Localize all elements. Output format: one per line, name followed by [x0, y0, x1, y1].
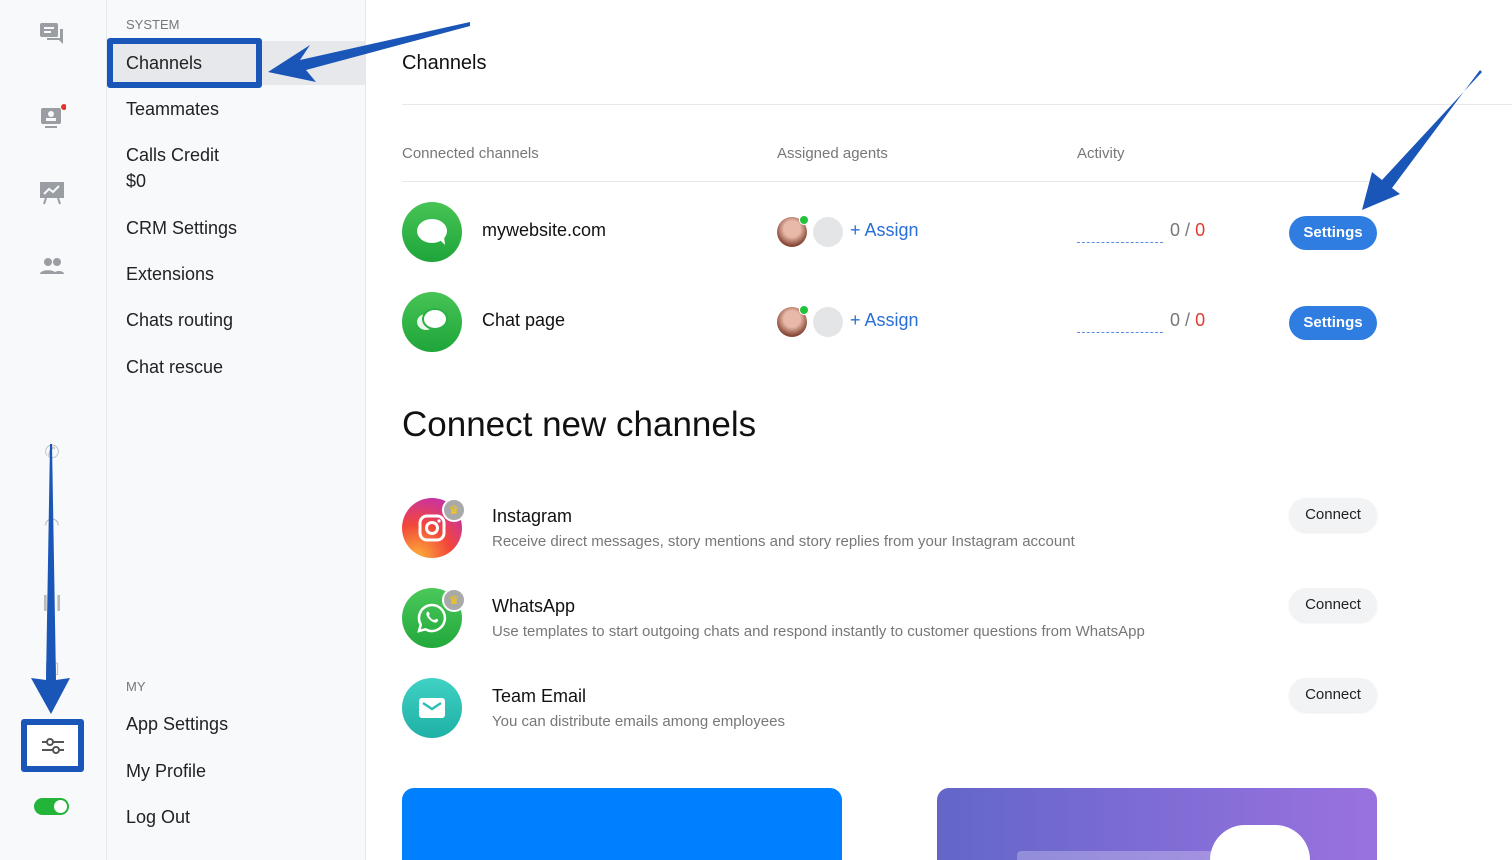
channel-title: Team Email	[492, 686, 587, 706]
email-icon	[402, 678, 462, 738]
divider	[402, 181, 1382, 182]
column-header-channels: Connected channels	[402, 145, 539, 162]
settings-sidebar: SYSTEM Channels Teammates Calls Credit $0…	[107, 0, 366, 860]
sidebar-item-calls-credit[interactable]: Calls Credit $0	[107, 133, 366, 193]
channel-description: Receive direct messages, story mentions …	[492, 533, 1075, 550]
phone-icon[interactable]: ✆	[36, 436, 68, 468]
divider	[402, 104, 1512, 105]
sidebar-item-log-out[interactable]: Log Out	[107, 795, 366, 839]
sidebar-item-my-profile[interactable]: My Profile	[107, 749, 366, 793]
channel-row: Chat page + Assign 0 / 0 Settings	[402, 292, 1382, 352]
activity-sparkline	[1077, 332, 1163, 333]
sidebar-item-label: My Profile	[126, 761, 207, 781]
settings-sliders-icon	[41, 737, 64, 754]
connect-button[interactable]: Connect	[1289, 588, 1377, 622]
sidebar-item-label: Extensions	[126, 264, 215, 284]
connect-button[interactable]: Connect	[1289, 498, 1377, 532]
agent-avatar	[777, 215, 809, 247]
promo-card[interactable]	[402, 788, 842, 860]
headset-icon[interactable]: ◠	[36, 508, 68, 540]
section-label-system: SYSTEM	[126, 17, 180, 32]
column-header-agents: Assigned agents	[777, 145, 888, 162]
settings-button[interactable]: Settings	[1289, 216, 1377, 250]
chats-icon[interactable]	[36, 18, 68, 50]
column-header-activity: Activity	[1077, 145, 1125, 162]
pause-icon[interactable]: ❙❙	[36, 586, 68, 618]
section-label-my: MY	[126, 679, 146, 694]
settings-button[interactable]: Settings	[1289, 306, 1377, 340]
assign-link[interactable]: + Assign	[850, 220, 919, 241]
empty-avatar-icon	[813, 217, 843, 247]
team-icon[interactable]	[36, 250, 68, 282]
channel-description: Use templates to start outgoing chats an…	[492, 623, 1145, 640]
sidebar-item-label: Calls Credit	[126, 145, 220, 165]
highlight-box	[107, 38, 262, 88]
channel-title: Instagram	[492, 506, 573, 526]
sidebar-item-label: Chat rescue	[126, 357, 224, 377]
connect-button[interactable]: Connect	[1289, 678, 1377, 712]
channel-row: mywebsite.com + Assign 0 / 0 Settings	[402, 202, 1382, 262]
page-title: Channels	[402, 52, 487, 74]
sidebar-item-teammates[interactable]: Teammates	[107, 87, 366, 131]
reports-icon[interactable]	[36, 176, 68, 208]
activity-count: 0 / 0	[1170, 310, 1206, 330]
sidebar-item-chat-rescue[interactable]: Chat rescue	[107, 345, 366, 389]
visitors-icon[interactable]	[36, 102, 68, 134]
agent-avatar	[777, 305, 809, 337]
sidebar-item-extensions[interactable]: Extensions	[107, 252, 366, 296]
channel-name[interactable]: mywebsite.com	[482, 220, 606, 241]
chat-bubbles-icon	[402, 292, 462, 352]
activity-count: 0 / 0	[1170, 220, 1206, 240]
channel-description: You can distribute emails among employee…	[492, 713, 785, 730]
sidebar-item-crm-settings[interactable]: CRM Settings	[107, 206, 366, 250]
sidebar-item-label: CRM Settings	[126, 218, 238, 238]
channel-name[interactable]: Chat page	[482, 310, 565, 331]
activity-sparkline	[1077, 242, 1163, 243]
new-channel-item: Team Email You can distribute emails amo…	[402, 678, 1382, 740]
settings-sliders-button[interactable]	[21, 719, 84, 772]
online-toggle[interactable]	[34, 798, 69, 815]
crown-icon: ♛	[442, 588, 466, 612]
sidebar-item-chats-routing[interactable]: Chats routing	[107, 298, 366, 342]
sidebar-item-label: Chats routing	[126, 310, 234, 330]
icon-rail: ✆ ◠ ❙❙ ▣	[0, 0, 107, 860]
sidebar-item-label: Log Out	[126, 807, 191, 827]
connect-section-title: Connect new channels	[402, 405, 757, 444]
assign-link[interactable]: + Assign	[850, 310, 919, 331]
channel-title: WhatsApp	[492, 596, 576, 616]
new-channel-item: ♛ Instagram Receive direct messages, sto…	[402, 498, 1382, 560]
crown-icon: ♛	[442, 498, 466, 522]
sidebar-item-label: App Settings	[126, 714, 229, 734]
new-channel-item: ♛ WhatsApp Use templates to start outgoi…	[402, 588, 1382, 650]
chat-bubble-icon	[402, 202, 462, 262]
calls-credit-amount: $0	[126, 171, 147, 191]
promo-card[interactable]	[937, 788, 1377, 860]
sidebar-item-label: Teammates	[126, 99, 220, 119]
main-content: Channels Connected channels Assigned age…	[402, 0, 1512, 860]
bag-icon[interactable]: ▣	[36, 652, 68, 684]
empty-avatar-icon	[813, 307, 843, 337]
sidebar-item-app-settings[interactable]: App Settings	[107, 702, 366, 746]
